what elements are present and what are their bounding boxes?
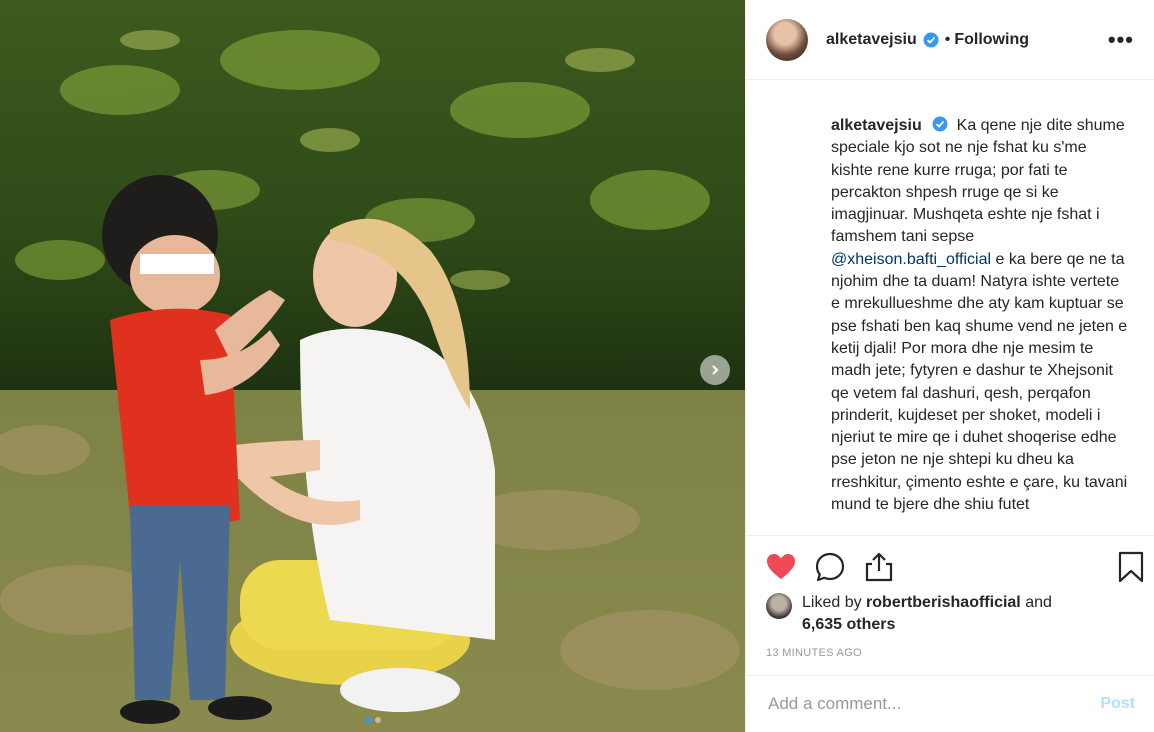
post-photo[interactable] <box>0 0 745 732</box>
comment-box: Post <box>746 675 1154 732</box>
action-bar <box>746 535 1154 595</box>
header-separator: • <box>944 30 951 48</box>
post-header: alketavejsiu • Following ••• <box>746 0 1154 80</box>
likes-text: Liked by robertberishaofficial and 6,635… <box>802 592 1052 636</box>
carousel-dot <box>374 717 381 723</box>
likes-summary: Liked by robertberishaofficial and 6,635… <box>766 592 1052 636</box>
post-comment-button[interactable]: Post <box>1100 695 1135 713</box>
comment-input[interactable] <box>766 693 1101 715</box>
post-caption: alketavejsiu Ka qene nje dite shume spec… <box>831 115 1131 516</box>
post-timestamp[interactable]: 13 MINUTES AGO <box>766 647 862 659</box>
caption-username[interactable]: alketavejsiu <box>831 117 922 134</box>
verified-badge-icon <box>923 32 939 47</box>
caption-text-after: e ka bere qe ne ta njohim dhe ta duam! N… <box>831 250 1128 514</box>
bookmark-icon[interactable] <box>1114 550 1148 584</box>
post-side-panel: alketavejsiu • Following ••• alketavejsi… <box>745 0 1154 732</box>
heart-icon[interactable] <box>764 550 798 584</box>
author-avatar[interactable] <box>766 18 808 61</box>
liker-username[interactable]: robertberishaofficial <box>866 594 1021 611</box>
share-icon[interactable] <box>862 550 896 584</box>
likes-prefix: Liked by <box>802 594 862 611</box>
caption-text-before: Ka qene nje dite shume speciale kjo sot … <box>831 117 1125 246</box>
post-photo-illustration <box>0 0 745 732</box>
caption-mention-link[interactable]: @xheison.bafti_official <box>831 251 991 268</box>
verified-badge-icon <box>932 116 948 132</box>
next-arrow-icon <box>712 365 719 375</box>
likes-count[interactable]: 6,635 others <box>802 616 895 633</box>
author-username[interactable]: alketavejsiu <box>826 31 917 49</box>
carousel-indicator <box>0 717 745 723</box>
following-button[interactable]: Following <box>954 31 1029 49</box>
comment-icon[interactable] <box>813 550 847 584</box>
carousel-next-button[interactable] <box>700 355 730 385</box>
liker-avatar[interactable] <box>766 593 792 619</box>
carousel-dot <box>364 717 371 723</box>
likes-and: and <box>1025 594 1052 611</box>
more-options-icon[interactable]: ••• <box>1108 28 1134 51</box>
